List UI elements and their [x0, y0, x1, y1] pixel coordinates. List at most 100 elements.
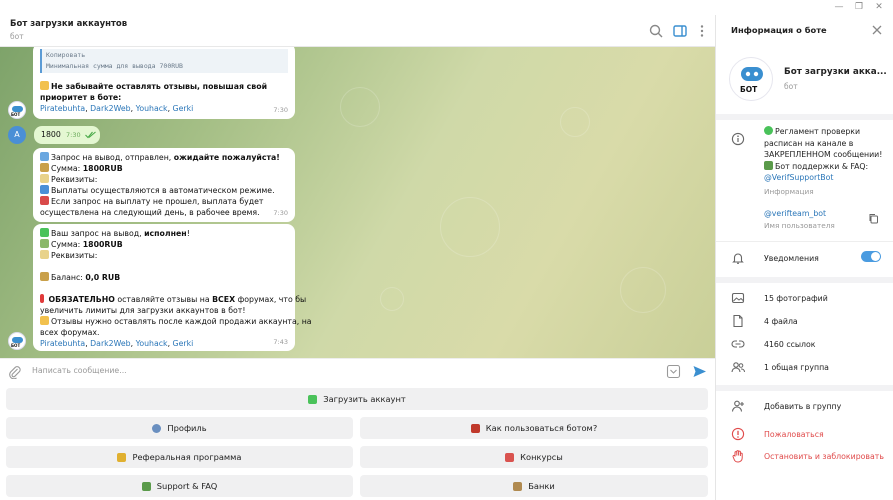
link-youhack[interactable]: Youhack — [136, 339, 168, 348]
stop-hand-icon — [732, 450, 743, 463]
message-text: исполнен — [144, 229, 187, 238]
link-piratebuhta[interactable]: Piratebuhta — [40, 104, 85, 113]
forum-links: Piratebuhta, Dark2Web, Youhack, Gerki — [40, 104, 194, 113]
info-text: Бот поддержки & FAQ: — [775, 161, 869, 171]
file-icon — [733, 314, 743, 328]
message-text: осуществлена на следующий день, в рабоче… — [40, 208, 260, 217]
message-input[interactable]: Написать сообщение... — [32, 366, 127, 375]
how-to-use-button[interactable]: Как пользоваться ботом? — [360, 417, 708, 439]
link-icon — [731, 340, 745, 348]
add-to-group-button[interactable]: Добавить в группу — [764, 401, 841, 413]
chat-title[interactable]: Бот загрузки аккаунтов — [10, 19, 127, 29]
copy-icon[interactable] — [868, 213, 879, 224]
link-gerki[interactable]: Gerki — [173, 104, 194, 113]
files-count[interactable]: 4 файла — [764, 316, 798, 328]
wallpaper-doodle — [440, 197, 500, 257]
message-text: Если запрос на выплату не прошел, выплат… — [51, 197, 264, 206]
button-label: Загрузить аккаунт — [323, 394, 406, 404]
notifications-label: Уведомления — [764, 254, 819, 263]
check-mark-icon — [40, 228, 49, 237]
bot-avatar-large[interactable]: БОТ — [729, 57, 773, 101]
close-icon[interactable] — [871, 24, 883, 36]
info-text: ЗАКРЕПЛЕННОМ сообщении! — [764, 150, 883, 159]
forum-links: Piratebuhta, Dark2Web, Youhack, Gerki — [40, 339, 194, 348]
photos-count[interactable]: 15 фотографий — [764, 293, 828, 305]
group-icon — [731, 362, 745, 373]
maximize-icon[interactable]: ❐ — [851, 1, 867, 14]
message-time: 7:30 — [273, 106, 288, 114]
message-line: Выплаты осуществляются в автоматическом … — [40, 185, 288, 196]
link-youhack[interactable]: Youhack — [136, 104, 168, 113]
message-text: ожидайте пожалуйста! — [173, 153, 280, 162]
referral-program-button[interactable]: Реферальная программа — [6, 446, 353, 468]
info-text: Регламент проверки — [775, 127, 861, 136]
keyboard-toggle-icon[interactable] — [666, 364, 681, 379]
message-text: приоритет в боте: — [40, 93, 122, 102]
bot-avatar[interactable]: БОТ — [8, 332, 26, 350]
username-link[interactable]: @verifteam_bot — [764, 208, 826, 220]
wallpaper-doodle — [340, 87, 380, 127]
bot-subtitle: бот — [784, 82, 798, 91]
message-text: 1800 — [41, 130, 61, 139]
wallpaper-doodle — [380, 287, 404, 311]
exclamation-icon — [40, 294, 44, 303]
bot-avatar[interactable]: БОТ — [8, 101, 26, 119]
notifications-toggle[interactable] — [861, 251, 881, 262]
message-text: увеличить лимиты для загрузки аккаунтов … — [40, 306, 246, 315]
contests-button[interactable]: Конкурсы — [360, 446, 708, 468]
bot-info-panel: Информация о боте БОТ Бот загрузки акка.… — [715, 15, 893, 500]
recycle-icon — [764, 126, 773, 135]
upload-account-button[interactable]: Загрузить аккаунт — [6, 388, 708, 410]
paperclip-icon[interactable] — [8, 365, 22, 379]
message-line: Сумма: 1800RUB — [40, 163, 288, 174]
button-label: Реферальная программа — [132, 452, 242, 462]
search-icon[interactable] — [648, 23, 664, 39]
message-text: Не забывайте оставлять отзывы, повышая с… — [51, 82, 268, 91]
message-line: Если запрос на выплату не прошел, выплат… — [40, 196, 288, 207]
sidebar-toggle-icon[interactable] — [672, 23, 688, 39]
support-faq-button[interactable]: Support & FAQ — [6, 475, 353, 497]
links-count[interactable]: 4160 ссылок — [764, 339, 816, 351]
message-text: 0,0 RUB — [85, 273, 121, 282]
message-bubble[interactable]: Копировать Минимальная сумма для вывода … — [33, 47, 295, 119]
report-button[interactable]: Пожаловаться — [764, 429, 824, 441]
refresh-icon — [40, 152, 49, 161]
message-line: Отзывы нужно оставлять после каждой прод… — [40, 316, 312, 327]
bot-description: Регламент проверки расписан на канале в … — [764, 126, 882, 184]
minimize-icon[interactable]: — — [831, 1, 847, 14]
groups-count[interactable]: 1 общая группа — [764, 362, 829, 374]
message-line: Реквизиты: — [40, 250, 288, 261]
profile-button[interactable]: Профиль — [6, 417, 353, 439]
user-avatar[interactable]: A — [8, 126, 26, 144]
message-input-row: Написать сообщение... — [0, 358, 715, 384]
own-message-bubble[interactable]: 1800 7:30 — [34, 126, 100, 144]
message-text: Баланс: — [51, 273, 83, 282]
message-bubble[interactable]: Запрос на вывод, отправлен, ожидайте пож… — [33, 148, 295, 222]
message-text: Сумма: — [51, 240, 81, 249]
message-line: ОБЯЗАТЕЛЬНО оставляйте отзывы на ВСЕХ фо… — [40, 294, 306, 305]
send-icon[interactable] — [692, 364, 707, 379]
link-dark2web[interactable]: Dark2Web — [90, 104, 130, 113]
bank-icon — [513, 481, 523, 491]
link-piratebuhta[interactable]: Piratebuhta — [40, 339, 85, 348]
link-gerki[interactable]: Gerki — [173, 339, 194, 348]
copy-label[interactable]: Копировать — [46, 50, 284, 61]
more-icon[interactable] — [694, 23, 710, 39]
message-text: 1800RUB — [82, 164, 123, 173]
divider — [716, 385, 893, 391]
stop-and-block-button[interactable]: Остановить и заблокировать — [764, 451, 884, 463]
message-time: 7:30 — [273, 209, 288, 217]
check-mark-icon — [308, 394, 318, 404]
books-icon — [764, 160, 773, 170]
message-line: Реквизиты: — [40, 174, 288, 185]
button-label: Support & FAQ — [156, 481, 218, 491]
message-text: Сумма: — [51, 164, 81, 173]
support-bot-link[interactable]: @VerifSupportBot — [764, 172, 882, 184]
divider — [716, 241, 893, 242]
wallpaper-doodle — [620, 267, 666, 313]
info-label: Информация — [764, 187, 814, 196]
message-bubble[interactable]: Ваш запрос на вывод, исполнен! Сумма: 18… — [33, 224, 312, 351]
banks-button[interactable]: Банки — [360, 475, 708, 497]
link-dark2web[interactable]: Dark2Web — [90, 339, 130, 348]
close-window-icon[interactable]: ✕ — [871, 1, 887, 14]
